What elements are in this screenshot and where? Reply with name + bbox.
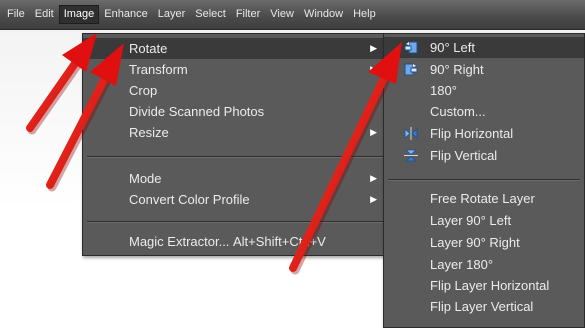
- flip-vertical-icon: [404, 149, 418, 162]
- menu-item-layer-90-right[interactable]: Layer 90° Right: [384, 232, 584, 253]
- rotate-submenu: 90° Left 90° Right 180° Custom... Flip H…: [383, 33, 585, 328]
- menu-item-label: Free Rotate Layer: [430, 191, 535, 206]
- menu-item-label: Convert Color Profile: [129, 192, 250, 207]
- menu-item-magic-extractor[interactable]: Magic Extractor... Alt+Shift+Ctrl+V: [83, 231, 387, 252]
- menu-item-label: Layer 180°: [430, 257, 494, 272]
- menu-item-label: Flip Horizontal: [430, 126, 514, 141]
- menu-window[interactable]: Window: [299, 5, 348, 24]
- rotate-left-icon: [404, 41, 418, 54]
- submenu-arrow-icon: ▶: [370, 127, 377, 137]
- menu-filter[interactable]: Filter: [231, 5, 265, 24]
- menu-enhance[interactable]: Enhance: [99, 5, 152, 24]
- menu-item-rotate-90-right[interactable]: 90° Right: [384, 59, 584, 80]
- menu-separator: [87, 156, 383, 158]
- rotate-right-icon: [404, 63, 418, 76]
- menu-item-transform[interactable]: Transform ▶: [83, 59, 387, 80]
- menu-item-label: Mode: [129, 171, 162, 186]
- menu-image[interactable]: Image: [58, 5, 100, 24]
- menu-item-flip-vertical[interactable]: Flip Vertical: [384, 145, 584, 166]
- menu-item-label: Rotate: [129, 41, 168, 56]
- menu-item-rotate[interactable]: Rotate ▶: [83, 38, 387, 59]
- menu-item-label: Custom...: [430, 104, 486, 119]
- menu-item-layer-180[interactable]: Layer 180°: [384, 254, 584, 275]
- menu-item-label: Resize: [129, 125, 169, 140]
- menu-item-label: Crop: [129, 83, 158, 98]
- menu-help[interactable]: Help: [348, 5, 381, 24]
- menu-item-convert-color-profile[interactable]: Convert Color Profile ▶: [83, 189, 387, 210]
- menu-item-divide-scanned-photos[interactable]: Divide Scanned Photos: [83, 101, 387, 122]
- menu-separator: [388, 179, 580, 181]
- menu-item-shortcut: Alt+Shift+Ctrl+V: [233, 234, 326, 249]
- menu-item-free-rotate-layer[interactable]: Free Rotate Layer: [384, 188, 584, 209]
- menu-item-custom[interactable]: Custom...: [384, 101, 584, 122]
- submenu-arrow-icon: ▶: [370, 43, 377, 53]
- menu-layer[interactable]: Layer: [153, 5, 191, 24]
- menu-file[interactable]: File: [2, 5, 30, 24]
- menu-item-resize[interactable]: Resize ▶: [83, 122, 387, 143]
- menu-bar: File Edit Image Enhance Layer Select Fil…: [0, 0, 585, 30]
- menu-item-flip-layer-horizontal[interactable]: Flip Layer Horizontal: [384, 275, 584, 296]
- menu-edit[interactable]: Edit: [30, 5, 59, 24]
- menu-item-label: Flip Layer Vertical: [430, 299, 534, 314]
- submenu-arrow-icon: ▶: [370, 64, 377, 74]
- menu-item-label: Layer 90° Right: [430, 235, 520, 250]
- menu-item-label: Divide Scanned Photos: [129, 104, 265, 119]
- menu-item-layer-90-left[interactable]: Layer 90° Left: [384, 210, 584, 231]
- menu-item-label: 180°: [430, 83, 457, 98]
- menu-item-crop[interactable]: Crop: [83, 80, 387, 101]
- menu-item-flip-horizontal[interactable]: Flip Horizontal: [384, 123, 584, 144]
- menu-item-rotate-90-left[interactable]: 90° Left: [384, 37, 584, 58]
- menu-item-label: 90° Left: [430, 40, 475, 55]
- menu-view[interactable]: View: [265, 5, 299, 24]
- menu-separator: [87, 221, 383, 223]
- image-menu: Rotate ▶ Transform ▶ Crop Divide Scanned…: [82, 33, 388, 256]
- menu-item-rotate-180[interactable]: 180°: [384, 80, 584, 101]
- menu-item-label: Magic Extractor...: [129, 234, 230, 249]
- menu-item-label: Layer 90° Left: [430, 213, 512, 228]
- menu-item-mode[interactable]: Mode ▶: [83, 168, 387, 189]
- flip-horizontal-icon: [404, 127, 418, 140]
- menu-item-label: Flip Layer Horizontal: [430, 278, 550, 293]
- menu-item-label: Flip Vertical: [430, 148, 498, 163]
- menu-item-flip-layer-vertical[interactable]: Flip Layer Vertical: [384, 296, 584, 317]
- menu-select[interactable]: Select: [190, 5, 231, 24]
- submenu-arrow-icon: ▶: [370, 173, 377, 183]
- menu-item-label: Transform: [129, 62, 188, 77]
- submenu-arrow-icon: ▶: [370, 194, 377, 204]
- menu-item-label: 90° Right: [430, 62, 484, 77]
